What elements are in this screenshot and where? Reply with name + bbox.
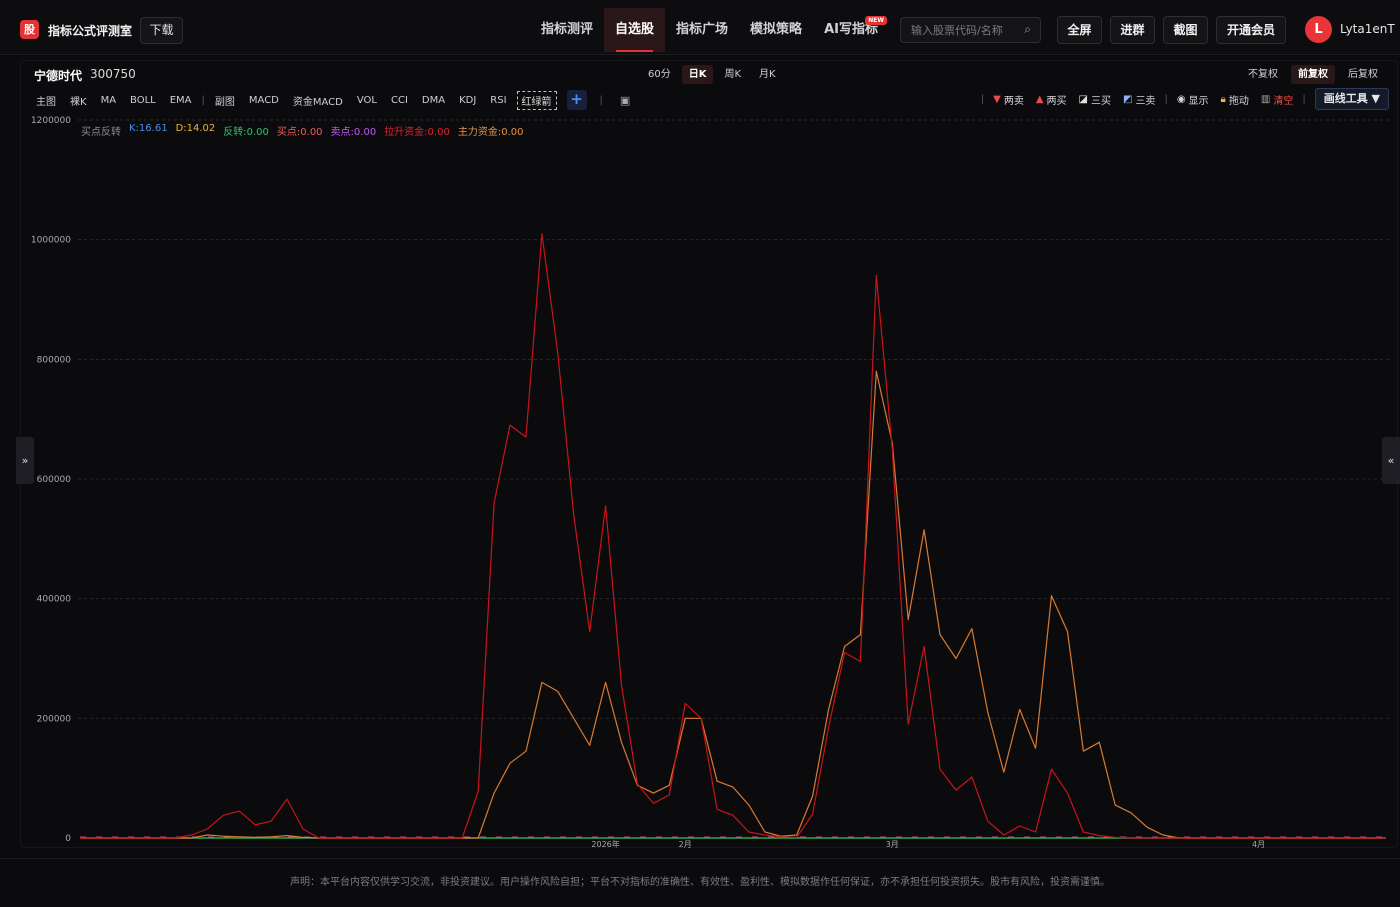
- y-tick-label: 800000: [37, 355, 72, 365]
- series-line-rally-fund: [80, 233, 1386, 839]
- x-tick-label: 3月: [886, 840, 899, 849]
- x-tick-label: 2026年: [591, 839, 619, 849]
- expand-left-button[interactable]: »: [16, 437, 34, 484]
- series-line-main-fund: [80, 370, 1386, 839]
- y-tick-label: 1200000: [31, 116, 71, 126]
- y-tick-label: 400000: [37, 595, 72, 605]
- y-tick-label: 600000: [37, 475, 72, 485]
- x-tick-label: 2月: [679, 840, 692, 849]
- indicator-chart[interactable]: 0 200000 400000 600000 800000 1000000 1200000 2…: [0, 0, 1400, 900]
- x-tick-label: 4月: [1252, 840, 1265, 849]
- disclaimer-footer: 声明：本平台内容仅供学习交流，非投资建议。用户操作风险自担；平台不对指标的准确性…: [0, 858, 1400, 900]
- expand-right-button[interactable]: «: [1382, 437, 1400, 484]
- y-tick-label: 0: [65, 834, 71, 844]
- y-tick-label: 1000000: [31, 236, 71, 246]
- y-tick-label: 200000: [37, 714, 72, 724]
